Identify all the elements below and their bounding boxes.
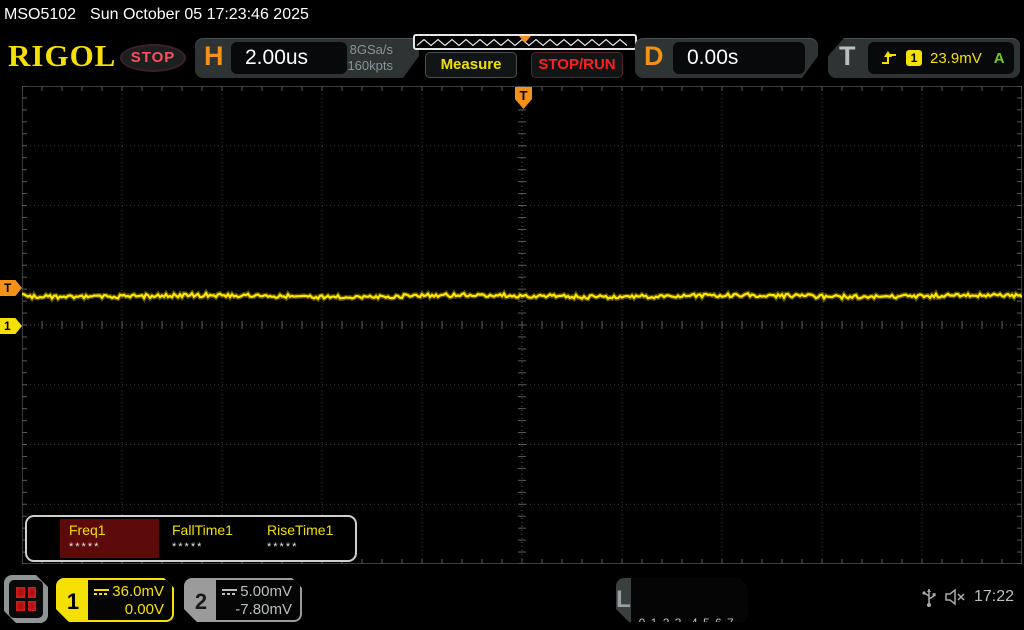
clock: 17:22 <box>973 588 1014 605</box>
trigger-mode: A <box>993 49 1005 67</box>
waveform-preview-strip[interactable] <box>413 34 637 50</box>
bottom-bar: 1 36.0mV 0.00V 2 5.00mV -7.80mV L 0 1 2 … <box>0 564 1024 630</box>
sample-rate: 8GSa/s <box>349 42 393 57</box>
run-state-badge: STOP <box>120 44 186 72</box>
channel1-scale: 36.0mV <box>112 583 164 600</box>
delay-value: 0.00s <box>687 46 739 69</box>
trigger-display[interactable]: 1 23.9mV A <box>868 42 1014 74</box>
channel2-number: 2 <box>186 580 216 620</box>
horizontal-block[interactable]: H 2.00us 8GSa/s 160kpts <box>195 38 419 78</box>
rigol-logo: RIGOL <box>8 38 117 73</box>
memory-depth: 160kpts <box>347 58 393 73</box>
channel1-ground-marker[interactable]: 1 <box>0 318 22 334</box>
delay-display[interactable]: 0.00s <box>673 42 805 74</box>
timebase-display[interactable]: 2.00us <box>231 42 347 74</box>
channel1-trace <box>22 288 1022 304</box>
measurement-risetime1[interactable]: RiseTime1 ***** <box>258 519 357 558</box>
graticule <box>22 86 1022 564</box>
timebase-value: 2.00us <box>245 46 309 69</box>
measurement-value: ***** <box>267 541 299 553</box>
measurement-value: ***** <box>172 541 204 553</box>
measurement-value: ***** <box>69 541 101 553</box>
header-bar: RIGOL STOP H 2.00us 8GSa/s 160kpts Measu… <box>0 30 1024 84</box>
measurement-label: RiseTime1 <box>267 522 334 538</box>
channel1-number: 1 <box>58 580 88 620</box>
trigger-block[interactable]: T 1 23.9mV A <box>828 38 1020 78</box>
logic-channels-box[interactable]: L 0 1 2 3 4 5 6 7 8 9 1011 12131415 <box>616 578 748 622</box>
trigger-slope-icon <box>882 51 896 64</box>
oscilloscope-screen: MSO5102 Sun October 05 17:23:46 2025 RIGO… <box>0 0 1024 630</box>
channel2-box[interactable]: 2 5.00mV -7.80mV <box>184 578 302 622</box>
usb-icon <box>922 589 936 607</box>
datetime: Sun October 05 17:23:46 2025 <box>90 6 309 23</box>
trigger-label: T <box>839 41 856 71</box>
logic-row1: 0 1 2 3 4 5 6 7 <box>639 615 748 622</box>
measurement-falltime1[interactable]: FallTime1 ***** <box>163 519 262 558</box>
speaker-muted-icon[interactable] <box>944 588 966 606</box>
horizontal-label: H <box>204 41 224 71</box>
measure-button[interactable]: Measure <box>425 52 517 78</box>
measurement-freq1[interactable]: Freq1 ***** <box>60 519 159 558</box>
channel2-offset: -7.80mV <box>235 601 292 618</box>
apps-grid-icon[interactable] <box>4 575 48 623</box>
logic-label: L <box>616 586 631 613</box>
channel1-offset: 0.00V <box>124 601 164 618</box>
channel1-box[interactable]: 1 36.0mV 0.00V <box>56 578 174 622</box>
trigger-level-marker[interactable]: T <box>0 280 22 296</box>
delay-block[interactable]: D 0.00s <box>635 38 818 78</box>
trigger-source-badge: 1 <box>906 50 922 66</box>
title-bar: MSO5102 Sun October 05 17:23:46 2025 <box>0 0 1024 30</box>
trigger-level-value: 23.9mV <box>930 49 982 67</box>
measurement-label: Freq1 <box>69 522 106 538</box>
channel2-scale: 5.00mV <box>240 583 292 600</box>
model-name: MSO5102 <box>4 6 77 23</box>
dc-coupling-icon <box>94 587 109 597</box>
measurement-panel: Freq1 ***** FallTime1 ***** RiseTime1 **… <box>25 515 357 562</box>
delay-label: D <box>644 41 664 71</box>
measurement-label: FallTime1 <box>172 522 233 538</box>
dc-coupling-icon <box>222 587 237 597</box>
stop-run-button[interactable]: STOP/RUN <box>531 52 623 78</box>
acquisition-info: 8GSa/s 160kpts <box>347 42 393 74</box>
